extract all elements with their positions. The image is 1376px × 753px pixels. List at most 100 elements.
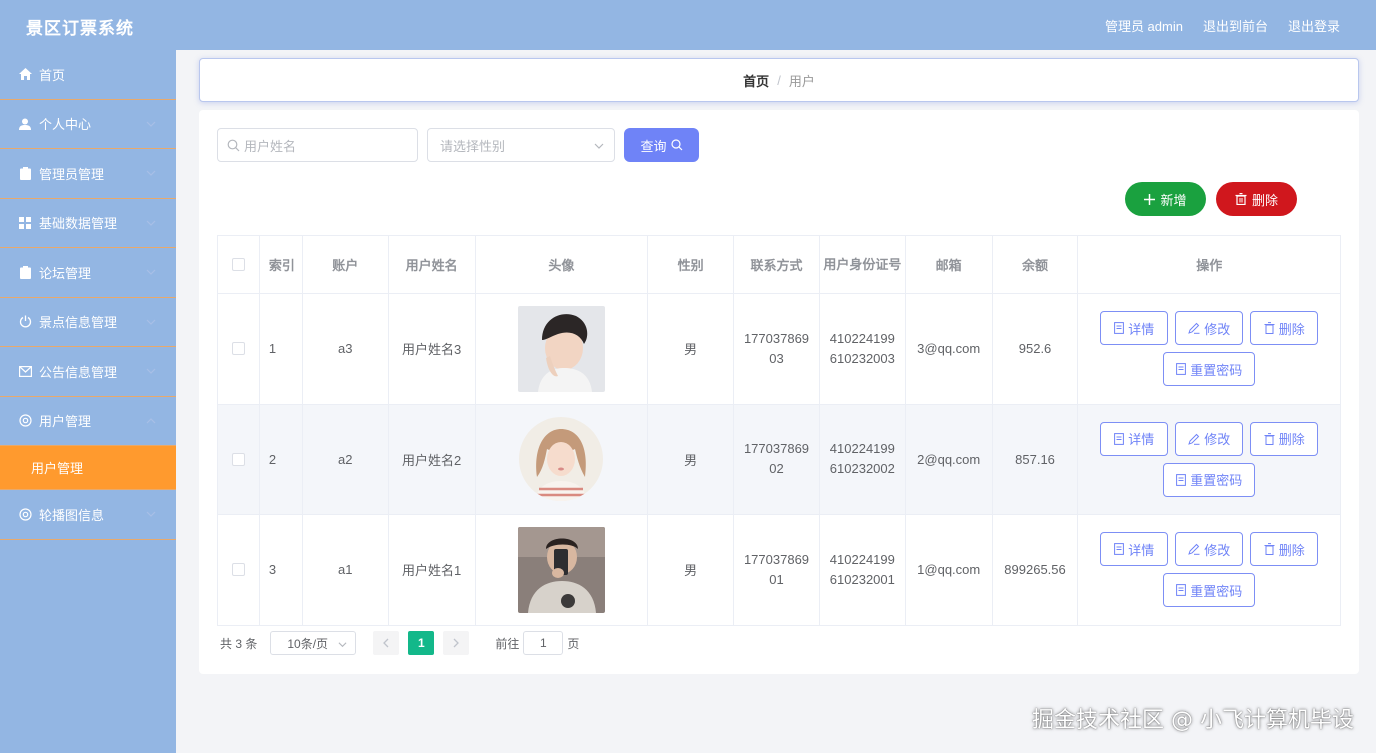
sidebar-item-user-management[interactable]: 用户管理 <box>0 397 176 446</box>
trash-icon <box>1264 543 1275 556</box>
search-icon <box>670 139 682 151</box>
delete-button-label: 删除 <box>1278 432 1305 448</box>
delete-button-label: 删除 <box>1278 321 1305 337</box>
edit-button[interactable]: 修改 <box>1175 311 1244 346</box>
document-icon <box>1114 432 1125 445</box>
page-size-select[interactable]: 10条/页 <box>270 631 357 655</box>
prev-page-button[interactable] <box>373 631 400 655</box>
clipboard-icon <box>18 265 32 279</box>
edit-icon <box>1188 323 1200 335</box>
detail-button[interactable]: 详情 <box>1100 311 1169 346</box>
pagination-total: 共 3 条 <box>220 636 258 651</box>
column-header: 性别 <box>648 236 735 293</box>
select-all-checkbox[interactable] <box>231 258 245 271</box>
phone-cell: 177037869 01 <box>734 515 820 625</box>
sidebar-item-label: 管理员管理 <box>39 166 105 182</box>
edit-button-label: 修改 <box>1204 321 1231 337</box>
operations-cell: 详情 修改 删除 重置密码 <box>1078 405 1340 515</box>
gender-select[interactable]: 请选择性别 <box>427 128 615 162</box>
mail-icon <box>18 364 32 378</box>
delete-button[interactable]: 删除 <box>1250 421 1319 456</box>
chevron-down-icon <box>146 269 156 276</box>
reset-password-button-label: 重置密码 <box>1190 583 1243 599</box>
index-cell: 1 <box>260 294 303 404</box>
operations-cell: 详情 修改 删除 重置密码 <box>1078 294 1340 404</box>
id-line-1: 410224199 <box>829 330 895 346</box>
query-button[interactable]: 查询 <box>624 128 699 162</box>
email-cell: 3@qq.com <box>906 294 993 404</box>
balance-cell: 952.6 <box>993 294 1079 404</box>
phone-line-1: 177037869 <box>743 330 810 346</box>
table-row: 2 a2 用户姓名2 男 17703786902 4102241996102 <box>218 404 1340 515</box>
delete-button[interactable]: 删除 <box>1250 311 1319 346</box>
user-name-search-input[interactable]: 用户姓名 <box>217 128 418 162</box>
sidebar-item-personal-center[interactable]: 个人中心 <box>0 100 176 149</box>
edit-button[interactable]: 修改 <box>1175 421 1244 456</box>
chevron-down-icon <box>146 511 156 518</box>
name-cell: 用户姓名2 <box>389 404 476 514</box>
id-number-cell: 410224199 610232003 <box>820 294 906 404</box>
add-button-label: 新增 <box>1160 192 1187 208</box>
phone-line-2: 01 <box>769 571 784 587</box>
sidebar-item-basic-data[interactable]: 基础数据管理 <box>0 199 176 248</box>
detail-button-label: 详情 <box>1128 542 1155 558</box>
column-header: 操作 <box>1196 258 1223 273</box>
sidebar-item-home[interactable]: 首页 <box>0 50 176 100</box>
sidebar-item-forum[interactable]: 论坛管理 <box>0 248 176 298</box>
reset-password-button[interactable]: 重置密码 <box>1163 573 1256 608</box>
name-cell: 用户姓名1 <box>389 515 476 625</box>
phone-line-2: 02 <box>769 461 784 477</box>
id-line-1: 410224199 <box>829 551 895 567</box>
account-cell: a1 <box>303 515 389 625</box>
edit-button[interactable]: 修改 <box>1175 532 1244 567</box>
sidebar-item-label: 公告信息管理 <box>39 364 118 380</box>
exit-to-frontend-link[interactable]: 退出到前台 <box>1203 16 1268 35</box>
edit-button-label: 修改 <box>1204 432 1231 448</box>
reset-password-button[interactable]: 重置密码 <box>1163 352 1256 387</box>
row-checkbox[interactable] <box>231 452 245 466</box>
sidebar-item-carousel[interactable]: 轮播图信息 <box>0 490 176 540</box>
next-page-button[interactable] <box>443 631 470 655</box>
sidebar-item-scenic-info[interactable]: 景点信息管理 <box>0 298 176 347</box>
avatar-cell <box>476 294 649 404</box>
sidebar-item-notice[interactable]: 公告信息管理 <box>0 347 176 397</box>
logout-link[interactable]: 退出登录 <box>1288 16 1340 35</box>
id-line-2: 610232003 <box>829 350 895 366</box>
edit-button-label: 修改 <box>1204 542 1231 558</box>
row-select-cell <box>218 404 260 514</box>
row-select-cell <box>218 294 260 404</box>
column-header: 邮箱 <box>906 236 993 293</box>
row-checkbox[interactable] <box>231 342 245 356</box>
add-button[interactable]: 新增 <box>1125 182 1206 216</box>
chevron-down-icon <box>146 170 156 177</box>
document-icon <box>1114 543 1125 556</box>
detail-button[interactable]: 详情 <box>1100 421 1169 456</box>
row-checkbox[interactable] <box>231 563 245 577</box>
sidebar: 首页 个人中心 管理员管理 基础数据管理 论坛管理 景点信息管理 公告信息管理 … <box>0 50 176 753</box>
pagination: 共 3 条 10条/页 1 前往 1 页 <box>220 631 579 655</box>
delete-button[interactable]: 删除 <box>1250 532 1319 567</box>
plus-icon <box>1144 193 1156 205</box>
watermark-text: 掘金技术社区 @ 小飞计算机毕设 <box>1032 708 1354 733</box>
document-icon <box>1176 473 1187 486</box>
column-header: 余额 <box>993 236 1079 293</box>
index-cell: 2 <box>260 404 303 514</box>
detail-button[interactable]: 详情 <box>1100 532 1169 567</box>
sidebar-item-admin-management[interactable]: 管理员管理 <box>0 149 176 199</box>
goto-label: 前往 <box>495 636 520 651</box>
admin-user-link[interactable]: 管理员 admin <box>1105 16 1183 35</box>
page-size-value: 10条/页 <box>287 636 329 651</box>
balance-cell: 857.16 <box>993 404 1079 514</box>
breadcrumb-home[interactable]: 首页 <box>743 71 769 90</box>
email-cell: 2@qq.com <box>906 404 993 514</box>
users-table: 索引 账户 用户姓名 头像 性别 联系方式 用户身份证号 邮箱 余额 操作 1 … <box>217 235 1341 626</box>
gender-select-placeholder: 请选择性别 <box>440 138 506 154</box>
reset-password-button[interactable]: 重置密码 <box>1163 462 1256 497</box>
chevron-down-icon <box>146 121 156 127</box>
sidebar-subitem-user-management[interactable]: 用户管理 <box>0 446 176 490</box>
chevron-down-icon <box>594 143 604 149</box>
page-number-current[interactable]: 1 <box>408 631 435 655</box>
goto-page-input[interactable]: 1 <box>523 631 564 655</box>
batch-delete-button[interactable]: 删除 <box>1216 182 1297 216</box>
search-icon <box>227 139 240 151</box>
